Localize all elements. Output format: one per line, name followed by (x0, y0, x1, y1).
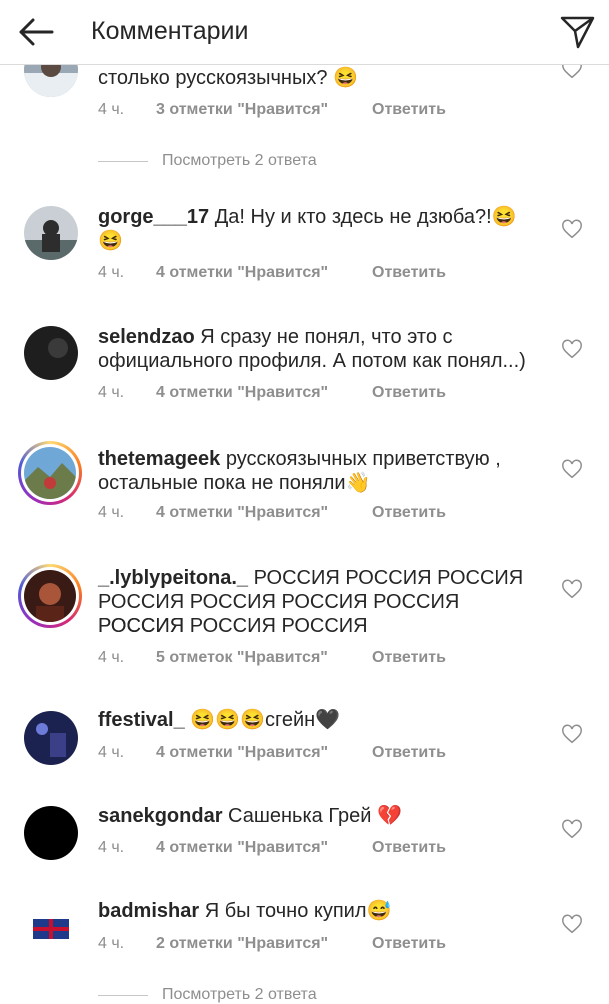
comment-text-line2: официального профиля. А потом как понял.… (98, 350, 526, 372)
comment-username[interactable]: sanekgondar (98, 805, 222, 827)
heart-outline-icon[interactable] (561, 459, 583, 481)
likes-count[interactable]: 4 отметки "Нравится" (156, 839, 328, 857)
comment-username[interactable]: badmishar (98, 900, 199, 922)
heart-outline-icon[interactable] (561, 579, 583, 601)
heart-outline-icon[interactable] (561, 819, 583, 841)
comment-time: 4 ч. (98, 384, 125, 401)
avatar[interactable] (24, 806, 78, 860)
likes-count[interactable]: 2 отметки "Нравится" (156, 935, 328, 953)
reply-button[interactable]: Ответить (372, 504, 446, 522)
avatar[interactable] (24, 711, 78, 765)
heart-outline-icon[interactable] (561, 339, 583, 361)
heart-outline-icon[interactable] (561, 219, 583, 241)
comment-text-line3: РОССИЯ РОССИЯ РОССИЯ (98, 615, 368, 637)
reply-button[interactable]: Ответить (372, 744, 446, 762)
comment-time: 4 ч. (98, 649, 125, 666)
heart-outline-icon[interactable] (561, 724, 583, 746)
divider-line (98, 995, 148, 996)
reply-button[interactable]: Ответить (372, 264, 446, 282)
top-bar: Комментарии (0, 0, 609, 65)
comment-time: 4 ч. (98, 264, 125, 281)
comment-username[interactable]: _.lyblypeitona._ (98, 567, 248, 589)
comment-text: Сашенька Грей 💔 (228, 805, 402, 827)
comment-text: Я сразу не понял, что это с (200, 326, 453, 348)
view-replies-button[interactable]: Посмотреть 2 ответа (162, 986, 317, 1004)
comment-username[interactable]: thetemageek (98, 448, 220, 470)
comment-text: Да! Ну и кто здесь не дзюба?!😆 (214, 206, 517, 228)
reply-button[interactable]: Ответить (372, 101, 446, 119)
likes-count[interactable]: 5 отметок "Нравится" (156, 649, 328, 667)
comment-time: 4 ч. (98, 101, 125, 118)
reply-button[interactable]: Ответить (372, 649, 446, 667)
avatar[interactable] (24, 326, 78, 380)
comment-username[interactable]: gorge___17 (98, 206, 209, 228)
comment-username[interactable]: selendzao (98, 326, 195, 348)
comment-username[interactable]: ffestival_ (98, 709, 185, 731)
view-replies-button[interactable]: Посмотреть 2 ответа (162, 152, 317, 170)
divider-line (98, 161, 148, 162)
comment-text-line2: 😆 (98, 230, 123, 252)
comment-text: русскоязычных приветствую , (225, 448, 501, 470)
reply-button[interactable]: Ответить (372, 384, 446, 402)
comment-text: 😆😆😆сгейн🖤 (190, 709, 341, 731)
reply-button[interactable]: Ответить (372, 839, 446, 857)
avatar-story-ring[interactable] (18, 441, 82, 505)
comment-text: Я бы точно купил😅 (204, 900, 392, 922)
likes-count[interactable]: 3 отметки "Нравится" (156, 101, 328, 119)
comment-text: столько русскоязычных? 😆 (98, 67, 358, 89)
heart-outline-icon[interactable] (561, 914, 583, 936)
likes-count[interactable]: 4 отметки "Нравится" (156, 384, 328, 402)
paper-plane-icon[interactable] (557, 12, 597, 52)
reply-button[interactable]: Ответить (372, 935, 446, 953)
avatar-story-ring[interactable] (18, 564, 82, 628)
comment-text-line2: остальные пока не поняли👋 (98, 472, 371, 494)
likes-count[interactable]: 4 отметки "Нравится" (156, 504, 328, 522)
avatar[interactable] (24, 206, 78, 260)
avatar[interactable] (24, 901, 78, 955)
page-title: Комментарии (91, 17, 249, 45)
comment-time: 4 ч. (98, 504, 125, 521)
comment-text: РОССИЯ РОССИЯ РОССИЯ (253, 567, 524, 589)
arrow-left-icon[interactable] (16, 14, 56, 50)
likes-count[interactable]: 4 отметки "Нравится" (156, 264, 328, 282)
likes-count[interactable]: 4 отметки "Нравится" (156, 744, 328, 762)
comment-time: 4 ч. (98, 935, 125, 952)
comment-time: 4 ч. (98, 744, 125, 761)
comment-time: 4 ч. (98, 839, 125, 856)
